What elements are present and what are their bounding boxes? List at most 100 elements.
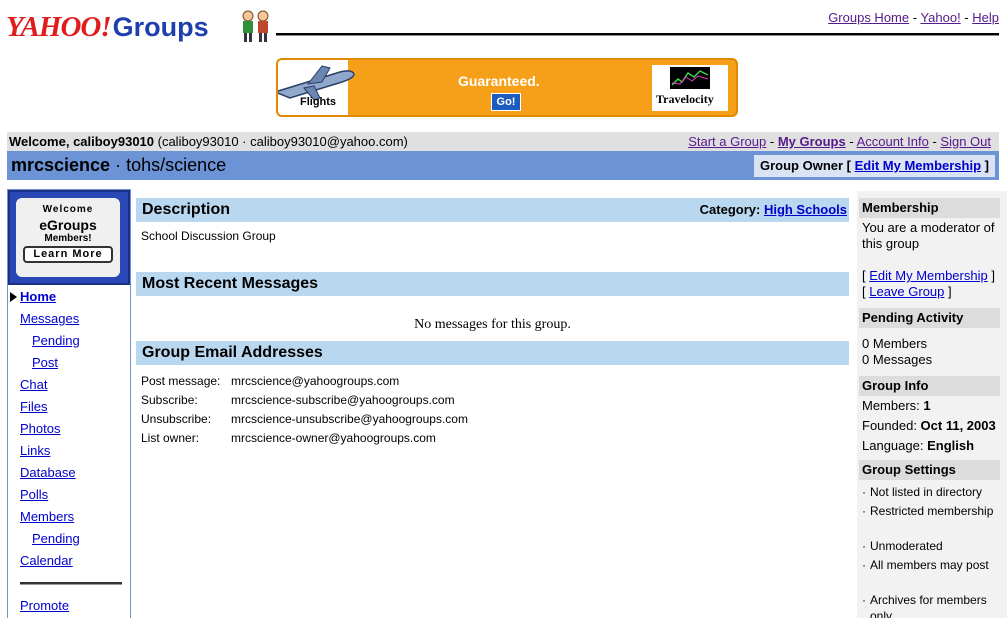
- current-page-arrow-icon: [10, 292, 17, 302]
- account-info-link[interactable]: Account Info: [857, 134, 929, 149]
- pending-messages: 0 Messages: [862, 352, 933, 367]
- egroups-welcome: Welcome: [42, 204, 94, 215]
- sidebar-item-database[interactable]: Database: [20, 465, 76, 480]
- group-title: mrcscience · tohs/science: [11, 155, 226, 176]
- sidebar-item-photos[interactable]: Photos: [20, 421, 60, 436]
- group-title-bar: mrcscience · tohs/science Group Owner [ …: [7, 151, 999, 180]
- pending-heading: Pending Activity: [859, 308, 1000, 328]
- yahoo-link[interactable]: Yahoo!: [920, 10, 960, 25]
- help-link[interactable]: Help: [972, 10, 999, 25]
- email-label: Unsubscribe:: [141, 412, 212, 426]
- category-link[interactable]: High Schools: [764, 202, 847, 217]
- sidebar-item-polls[interactable]: Polls: [20, 487, 48, 502]
- egroups-promo-card: Welcome eGroups Members! Learn More: [16, 198, 120, 277]
- email-label: Subscribe:: [141, 393, 198, 407]
- sidebar-item-calendar[interactable]: Calendar: [20, 553, 73, 568]
- category: Category: High Schools: [700, 198, 847, 222]
- start-group-link[interactable]: Start a Group: [688, 134, 766, 149]
- group-info-founded: Founded: Oct 11, 2003: [862, 418, 996, 433]
- language-value: English: [927, 438, 975, 453]
- email-label: List owner:: [141, 431, 200, 445]
- email-value: mrcscience-subscribe@yahoogroups.com: [231, 393, 455, 407]
- stock-chart-icon: [670, 67, 710, 89]
- group-settings-heading: Group Settings: [859, 460, 1000, 480]
- my-groups-link[interactable]: My Groups: [778, 134, 846, 149]
- membership-links: [ Edit My Membership ] [ Leave Group ]: [862, 268, 995, 299]
- setting-item: Unmoderated: [862, 538, 1002, 554]
- kids-mascot-icon: [242, 10, 269, 42]
- sidebar-item-home[interactable]: Home: [20, 289, 56, 304]
- no-messages-text: No messages for this group.: [414, 317, 571, 332]
- right-sidebar: Membership You are a moderator of this g…: [857, 191, 1007, 618]
- recent-messages-heading: Most Recent Messages: [142, 275, 319, 292]
- egroups-title: eGroups: [39, 217, 97, 233]
- sidebar-divider: [20, 582, 122, 585]
- setting-item: Restricted membership: [862, 503, 1002, 519]
- logo-yahoo-text: YAHOO!: [6, 11, 112, 43]
- sidebar-item-members[interactable]: Members: [20, 509, 74, 524]
- ad-brand-name: Travelocity: [656, 92, 714, 106]
- description-text: School Discussion Group: [141, 229, 276, 243]
- edit-my-membership-link[interactable]: Edit My Membership: [869, 268, 987, 283]
- sidebar-item-messages[interactable]: Messages: [20, 311, 79, 326]
- yahoo-groups-logo[interactable]: YAHOO! Groups: [6, 6, 209, 42]
- email-row-owner: List owner: mrcscience-owner@yahoogroups.…: [141, 431, 436, 445]
- welcome-username: caliboy93010: [73, 134, 155, 149]
- sidebar-item-files[interactable]: Files: [20, 399, 47, 414]
- sidebar-item-members-pending[interactable]: Pending: [32, 531, 80, 546]
- email-value: mrcscience-owner@yahoogroups.com: [231, 431, 436, 445]
- group-info-members: Members: 1: [862, 398, 931, 413]
- sign-out-link[interactable]: Sign Out: [940, 134, 991, 149]
- group-owner-box: Group Owner [ Edit My Membership ]: [754, 155, 995, 177]
- welcome-prefix: Welcome,: [9, 134, 74, 149]
- recent-messages-header: Most Recent Messages: [136, 272, 849, 296]
- sidebar-item-post[interactable]: Post: [32, 355, 58, 370]
- sidebar-item-promote[interactable]: Promote: [20, 598, 69, 613]
- pending-members: 0 Members: [862, 336, 928, 351]
- setting-item: Archives for members only: [862, 592, 1002, 618]
- welcome-bar: Welcome, caliboy93010 (caliboy93010 · ca…: [7, 132, 999, 151]
- egroups-promo[interactable]: Welcome eGroups Members! Learn More: [8, 190, 130, 285]
- setting-item: All members may post: [862, 557, 1002, 573]
- email-row-subscribe: Subscribe: mrcscience-subscribe@yahoogrou…: [141, 393, 455, 407]
- ad-tagline: Guaranteed.: [458, 73, 540, 89]
- ad-banner[interactable]: Flights Guaranteed. Go! Travelocity: [276, 58, 738, 117]
- description-heading: Description: [142, 201, 231, 218]
- header-links: Groups Home - Yahoo! - Help: [828, 10, 999, 25]
- logo-groups-text: Groups: [112, 12, 209, 42]
- group-role: Group Owner: [760, 158, 844, 173]
- welcome-detail: (caliboy93010 · caliboy93010@yahoo.com): [154, 134, 408, 149]
- account-links: Start a Group - My Groups - Account Info…: [688, 134, 991, 149]
- membership-text: You are a moderator of this group: [862, 220, 995, 251]
- header: YAHOO! Groups Groups Home - Yahoo! - Hel…: [0, 0, 1007, 46]
- email-value: mrcscience@yahoogroups.com: [231, 374, 400, 388]
- group-path: · tohs/science: [110, 155, 227, 175]
- egroups-members: Members!: [44, 233, 92, 244]
- header-divider: [276, 33, 999, 36]
- groups-home-link[interactable]: Groups Home: [828, 10, 909, 25]
- members-count: 1: [923, 398, 931, 413]
- leave-group-link[interactable]: Leave Group: [869, 284, 944, 299]
- ad-brand-panel: Travelocity: [652, 65, 728, 111]
- edit-membership-link[interactable]: Edit My Membership: [855, 158, 981, 173]
- ad-flights-panel: Flights: [278, 60, 355, 115]
- email-label: Post message:: [141, 374, 221, 388]
- email-row-unsubscribe: Unsubscribe: mrcscience-unsubscribe@yahoo…: [141, 412, 468, 426]
- ad-go-button[interactable]: Go!: [491, 93, 521, 111]
- group-info-heading: Group Info: [859, 376, 1000, 396]
- email-addresses-heading: Group Email Addresses: [142, 344, 323, 361]
- email-value: mrcscience-unsubscribe@yahoogroups.com: [231, 412, 468, 426]
- email-row-post: Post message: mrcscience@yahoogroups.com: [141, 374, 399, 388]
- setting-item: Not listed in directory: [862, 484, 1002, 500]
- ad-flights-label: Flights: [300, 96, 337, 108]
- sidebar-item-messages-pending[interactable]: Pending: [32, 333, 80, 348]
- category-label: Category:: [699, 202, 764, 217]
- membership-heading: Membership: [859, 198, 1000, 218]
- description-header: Description Category: High Schools: [136, 198, 849, 222]
- sidebar: Welcome eGroups Members! Learn More Home…: [7, 189, 131, 618]
- learn-more-button[interactable]: Learn More: [23, 246, 113, 263]
- sidebar-item-chat[interactable]: Chat: [20, 377, 47, 392]
- founded-date: Oct 11, 2003: [920, 418, 996, 433]
- sidebar-item-links[interactable]: Links: [20, 443, 50, 458]
- group-info-language: Language: English: [862, 438, 975, 453]
